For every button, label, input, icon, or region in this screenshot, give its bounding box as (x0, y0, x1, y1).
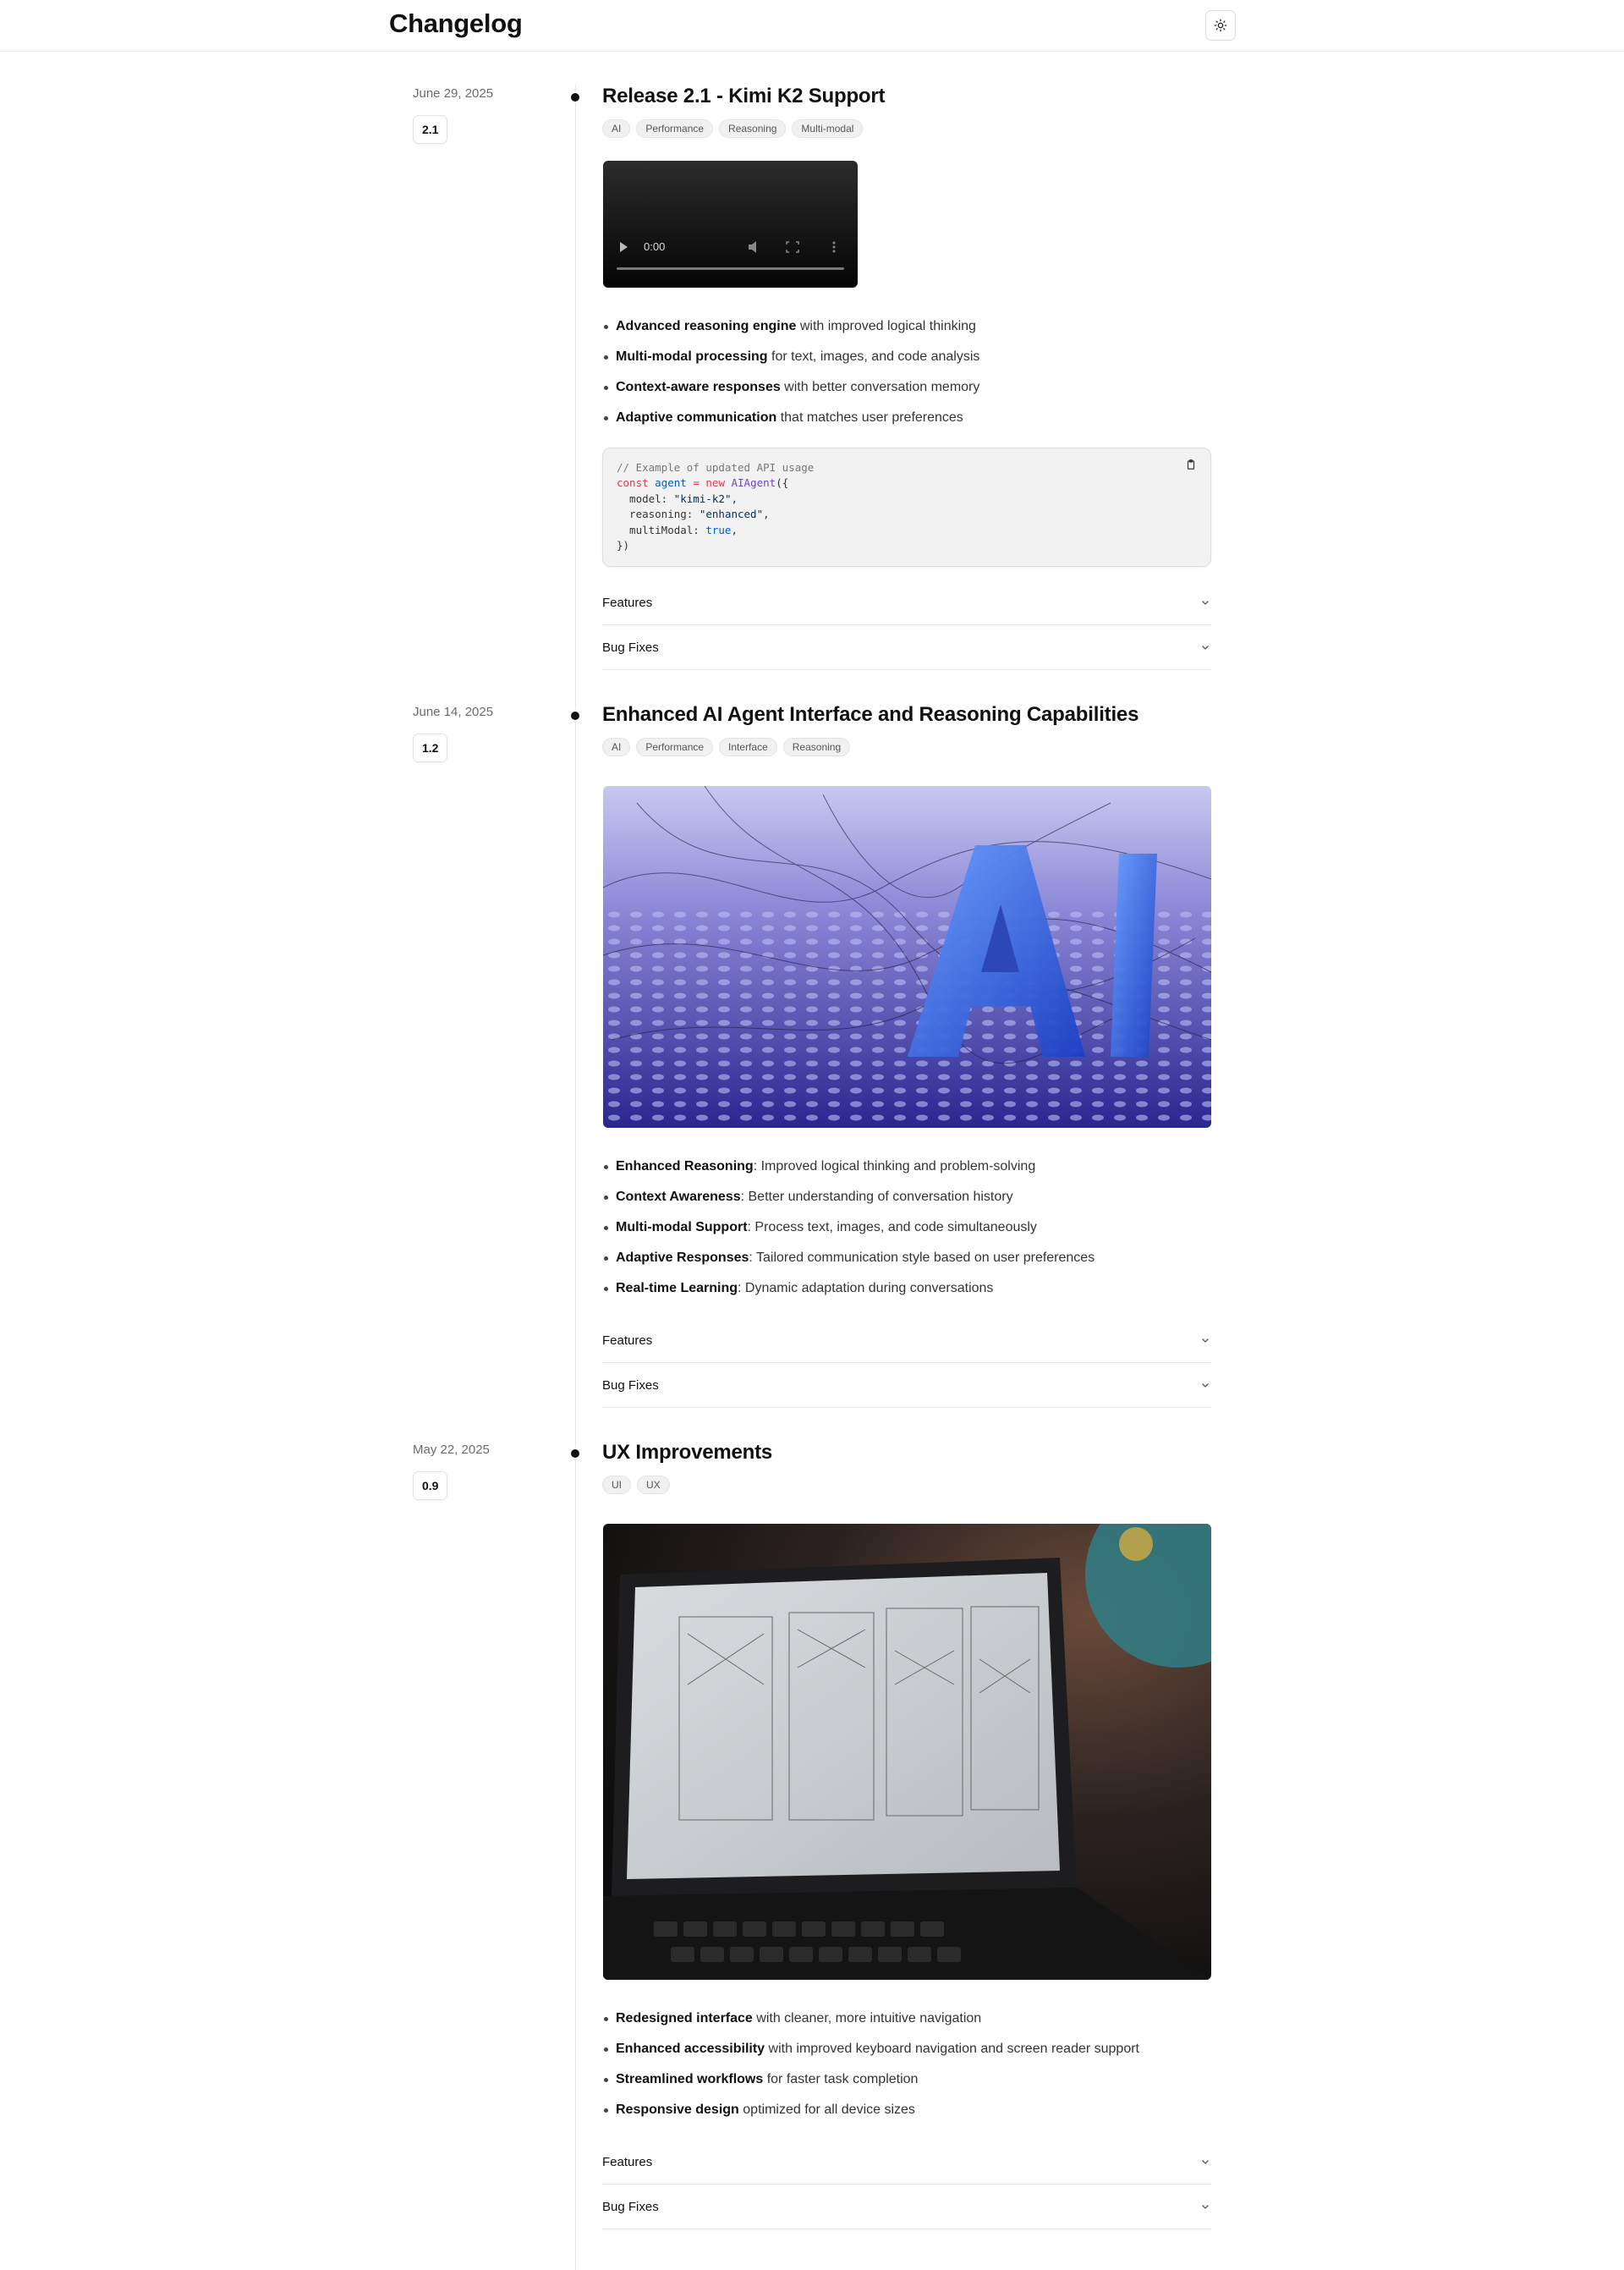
tag: Reasoning (719, 119, 787, 138)
entry-title: Release 2.1 - Kimi K2 Support (602, 85, 886, 107)
tag: Performance (636, 119, 714, 138)
accordion-label: Bug Fixes (602, 640, 659, 655)
accordion-features[interactable]: Features (602, 580, 1211, 625)
timeline-dot (569, 710, 581, 722)
timeline-dot (569, 91, 581, 103)
accordion: Features Bug Fixes (602, 1318, 1211, 1408)
list-item: Context-aware responses with better conv… (602, 378, 979, 409)
copy-button[interactable] (1183, 457, 1199, 472)
accordion: Features Bug Fixes (602, 2140, 1211, 2229)
tag-list: AI Performance Interface Reasoning (602, 738, 851, 756)
code-block: // Example of updated API usage const ag… (602, 448, 1211, 567)
play-icon (620, 242, 628, 252)
laptop-wireframe-photo (603, 1524, 1211, 1980)
tag: UI (602, 1476, 631, 1494)
entry-title: UX Improvements (602, 1441, 773, 1464)
entry-date: June 29, 2025 (413, 86, 494, 101)
list-item: Multi-modal Support: Process text, image… (602, 1218, 1095, 1249)
accordion-label: Features (602, 2154, 653, 2169)
tag: AI (602, 738, 631, 756)
tag: UX (637, 1476, 670, 1494)
change-list: Enhanced Reasoning: Improved logical thi… (602, 1157, 1095, 1310)
chevron-down-icon (1199, 1379, 1211, 1391)
list-item: Enhanced Reasoning: Improved logical thi… (602, 1157, 1095, 1188)
video-progress-bar (617, 267, 844, 270)
tag: Multi-modal (792, 119, 864, 138)
list-item: Streamlined workflows for faster task co… (602, 2070, 1139, 2101)
change-list: Advanced reasoning engine with improved … (602, 317, 979, 439)
list-item: Adaptive communication that matches user… (602, 409, 979, 439)
list-item: Advanced reasoning engine with improved … (602, 317, 979, 348)
timeline-dot (569, 1448, 581, 1459)
list-item: Context Awareness: Better understanding … (602, 1188, 1095, 1218)
tag-list: AI Performance Reasoning Multi-modal (602, 119, 864, 138)
list-item: Enhanced accessibility with improved key… (602, 2040, 1139, 2070)
list-item: Multi-modal processing for text, images,… (602, 348, 979, 378)
chevron-down-icon (1199, 1334, 1211, 1346)
tag: Interface (719, 738, 777, 756)
volume-icon (749, 241, 756, 253)
accordion-label: Bug Fixes (602, 2199, 659, 2214)
list-item: Adaptive Responses: Tailored communicati… (602, 1249, 1095, 1279)
accordion-label: Bug Fixes (602, 1377, 659, 1393)
entry-title: Enhanced AI Agent Interface and Reasonin… (602, 703, 1139, 726)
accordion-label: Features (602, 1333, 653, 1348)
more-options-icon (832, 241, 836, 245)
tag: Performance (636, 738, 714, 756)
accordion-features[interactable]: Features (602, 1318, 1211, 1363)
entry-date: June 14, 2025 (413, 705, 494, 719)
accordion-bug-fixes[interactable]: Bug Fixes (602, 2185, 1211, 2229)
theme-toggle-button[interactable] (1205, 10, 1236, 41)
page-title: Changelog (389, 8, 523, 38)
change-list: Redesigned interface with cleaner, more … (602, 2009, 1139, 2131)
sun-icon (1214, 19, 1227, 32)
fullscreen-icon (786, 241, 799, 253)
video-player[interactable]: 0:00 (603, 161, 858, 288)
chevron-down-icon (1199, 641, 1211, 653)
tag-list: UI UX (602, 1476, 670, 1494)
list-item: Redesigned interface with cleaner, more … (602, 2009, 1139, 2040)
tag: AI (602, 119, 631, 138)
tag: Reasoning (782, 738, 851, 756)
version-badge: 0.9 (413, 1471, 448, 1500)
chevron-down-icon (1199, 596, 1211, 608)
accordion-label: Features (602, 595, 653, 610)
version-badge: 2.1 (413, 115, 448, 144)
chevron-down-icon (1199, 2201, 1211, 2212)
accordion-bug-fixes[interactable]: Bug Fixes (602, 1363, 1211, 1408)
list-item: Responsive design optimized for all devi… (602, 2101, 1139, 2131)
accordion-bug-fixes[interactable]: Bug Fixes (602, 625, 1211, 670)
video-time: 0:00 (644, 240, 666, 253)
timeline-line (575, 85, 576, 2270)
accordion: Features Bug Fixes (602, 580, 1211, 670)
chevron-down-icon (1199, 2156, 1211, 2168)
ai-illustration-image (603, 786, 1211, 1128)
entry-date: May 22, 2025 (413, 1443, 490, 1457)
list-item: Real-time Learning: Dynamic adaptation d… (602, 1279, 1095, 1310)
clipboard-icon (1187, 459, 1195, 470)
version-badge: 1.2 (413, 734, 448, 762)
accordion-features[interactable]: Features (602, 2140, 1211, 2185)
page-header: Changelog (0, 0, 1624, 52)
